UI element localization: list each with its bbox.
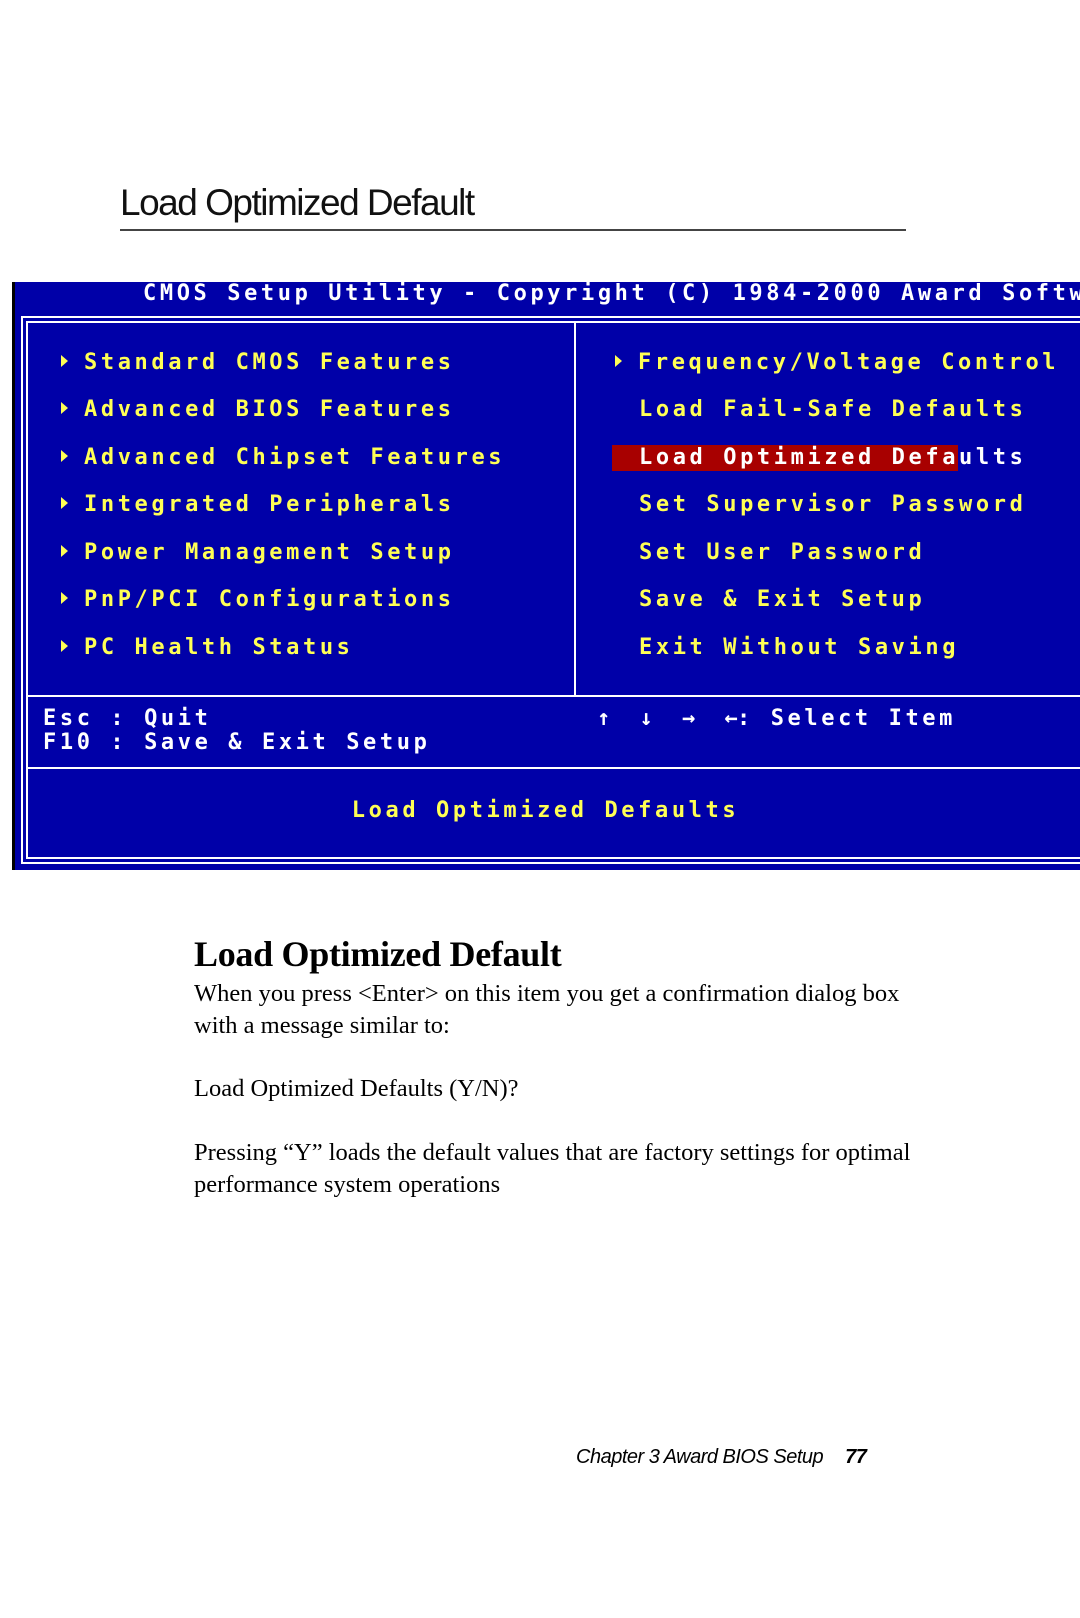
menu-item-integrated-peripherals[interactable]: Integrated Peripherals (61, 490, 455, 520)
menu-item-label: Power Management Setup (84, 540, 455, 565)
submenu-arrow-icon (61, 402, 68, 414)
section-header: Load Optimized Default (120, 182, 475, 223)
bios-title: CMOS Setup Utility - Copyright (C) 1984-… (143, 281, 1080, 306)
doc-heading: Load Optimized Default (194, 934, 562, 974)
menu-item-advanced-bios[interactable]: Advanced BIOS Features (61, 395, 455, 425)
menu-item-label: Save & Exit Setup (639, 587, 926, 612)
submenu-arrow-icon (61, 545, 68, 557)
menu-item-label: Load Fail-Safe Defaults (639, 397, 1027, 422)
menu-item-label: Standard CMOS Features (84, 350, 455, 375)
menu-item-label: PC Health Status (84, 635, 354, 660)
menu-item-label: Exit Without Saving (639, 635, 960, 660)
page-number: 77 (845, 1446, 867, 1468)
menu-item-label: Frequency/Voltage Control (638, 350, 1060, 375)
menu-item-label: PnP/PCI Configurations (84, 587, 455, 612)
doc-paragraph-explanation: Pressing “Y” loads the default values th… (194, 1139, 911, 1198)
menu-item-label: Set User Password (639, 540, 926, 565)
status-divider (26, 767, 1080, 769)
page-footer: Chapter 3 Award BIOS Setup 77 (576, 1446, 867, 1469)
submenu-arrow-icon (61, 355, 68, 367)
footer-chapter: Chapter 3 Award BIOS Setup (576, 1446, 824, 1468)
menu-item-standard-cmos[interactable]: Standard CMOS Features (61, 348, 455, 378)
menu-item-power-management[interactable]: Power Management Setup (61, 538, 455, 568)
section-rule (120, 229, 906, 231)
submenu-arrow-icon (61, 497, 68, 509)
menu-item-pc-health[interactable]: PC Health Status (61, 633, 354, 663)
help-select-item: : Select Item (737, 706, 956, 731)
menu-item-label: Load Optimized Defaults (639, 445, 1027, 470)
menu-item-label: Advanced BIOS Features (84, 397, 455, 422)
submenu-arrow-icon (61, 640, 68, 652)
doc-prompt: Load Optimized Defaults (Y/N)? (194, 1075, 519, 1102)
status-line: Load Optimized Defaults (351, 798, 740, 823)
menu-item-save-exit[interactable]: Save & Exit Setup (639, 585, 925, 615)
bios-screen: CMOS Setup Utility - Copyright (C) 1984-… (12, 282, 1080, 870)
menu-item-label: Integrated Peripherals (84, 492, 455, 517)
help-arrow-keys-icon: ↑ ↓ → ← (597, 706, 746, 731)
menu-item-exit-without-saving[interactable]: Exit Without Saving (639, 633, 959, 663)
submenu-arrow-icon (61, 592, 68, 604)
menu-item-load-fail-safe[interactable]: Load Fail-Safe Defaults (639, 395, 1026, 425)
doc-paragraph-intro: When you press <Enter> on this item you … (194, 980, 900, 1039)
submenu-arrow-icon (615, 355, 622, 367)
help-esc-quit: Esc : Quit (43, 706, 212, 731)
menu-item-label: Advanced Chipset Features (84, 445, 506, 470)
help-f10-save: F10 : Save & Exit Setup (43, 730, 431, 755)
submenu-arrow-icon (61, 450, 68, 462)
menu-item-pnp-pci[interactable]: PnP/PCI Configurations (61, 585, 455, 615)
menu-item-supervisor-password[interactable]: Set Supervisor Password (639, 490, 1026, 520)
help-divider (26, 695, 1080, 697)
menu-item-advanced-chipset[interactable]: Advanced Chipset Features (61, 443, 505, 473)
menu-item-frequency-voltage[interactable]: Frequency/Voltage Control (615, 348, 1059, 378)
menu-item-load-optimized[interactable]: Load Optimized Defaults (612, 445, 1023, 471)
column-divider (574, 321, 576, 696)
menu-item-user-password[interactable]: Set User Password (639, 538, 925, 568)
menu-item-label: Set Supervisor Password (639, 492, 1027, 517)
